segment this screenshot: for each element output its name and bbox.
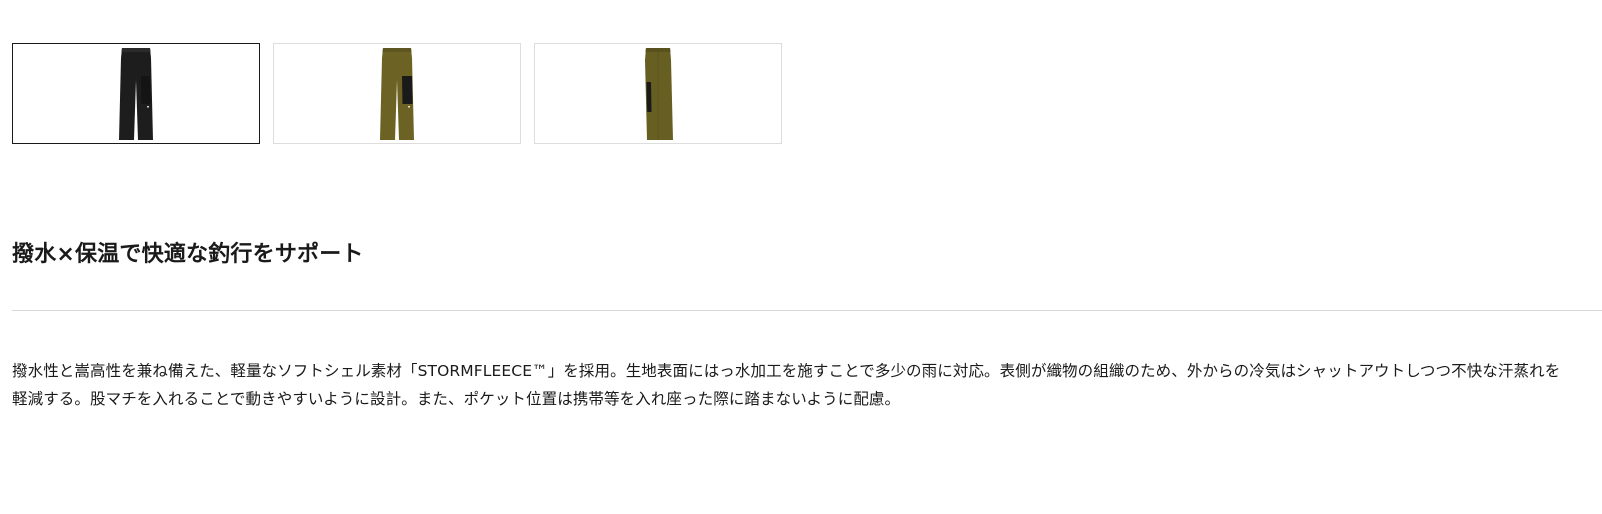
pants-image-olive-side bbox=[645, 47, 673, 140]
section-headline: 撥水×保温で快適な釣行をサポート bbox=[12, 242, 364, 267]
pants-image-black bbox=[119, 47, 153, 140]
product-thumbnail-gallery bbox=[12, 43, 782, 144]
thumbnail-olive-pants-front[interactable] bbox=[273, 43, 521, 144]
product-description: 撥水性と嵩高性を兼ね備えた、軽量なソフトシェル素材「STORMFLEECE™」を… bbox=[12, 362, 1561, 408]
section-divider bbox=[12, 310, 1602, 311]
thumbnail-black-pants[interactable] bbox=[12, 43, 260, 144]
pants-image-olive-front bbox=[380, 47, 414, 140]
thumbnail-olive-pants-side[interactable] bbox=[534, 43, 782, 144]
